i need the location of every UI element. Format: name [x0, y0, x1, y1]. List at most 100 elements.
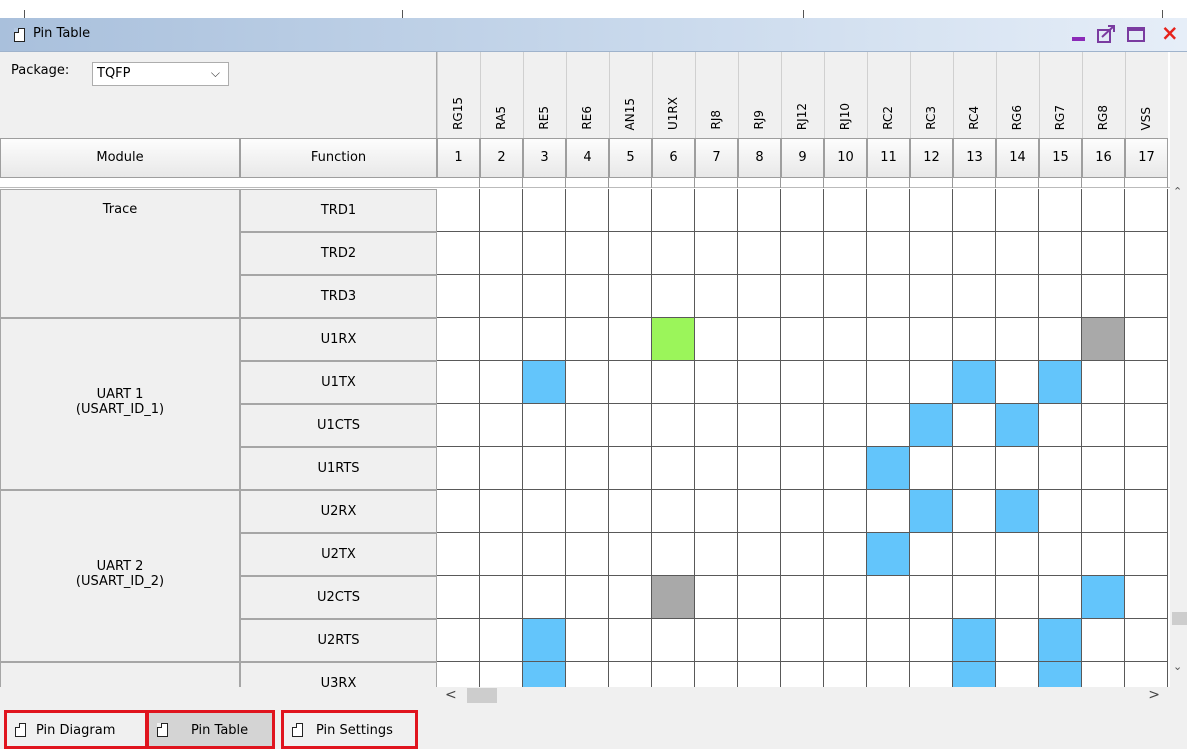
pin-cell[interactable]	[1082, 361, 1125, 404]
scroll-up-icon[interactable]: ⌃	[1173, 185, 1182, 198]
pin-number-header[interactable]: 2	[480, 138, 523, 178]
pin-cell[interactable]	[480, 447, 523, 490]
pin-cell[interactable]	[1125, 533, 1168, 576]
pin-cell[interactable]	[652, 275, 695, 318]
pin-cell[interactable]	[652, 361, 695, 404]
pin-cell[interactable]	[609, 189, 652, 232]
pin-number-header[interactable]: 17	[1125, 138, 1168, 178]
minimize-icon[interactable]	[1072, 23, 1086, 45]
close-icon[interactable]: ×	[1161, 23, 1181, 45]
pin-cell[interactable]	[523, 533, 566, 576]
pin-cell[interactable]	[738, 447, 781, 490]
pin-name-header[interactable]: RJ8	[695, 52, 738, 138]
pin-cell[interactable]	[480, 232, 523, 275]
pin-cell[interactable]	[523, 318, 566, 361]
pin-cell[interactable]	[609, 232, 652, 275]
pin-cell[interactable]	[695, 318, 738, 361]
pin-cell[interactable]	[523, 232, 566, 275]
pin-cell[interactable]	[1125, 447, 1168, 490]
pin-cell[interactable]	[867, 576, 910, 619]
pin-cell[interactable]	[953, 576, 996, 619]
pin-number-header[interactable]: 6	[652, 138, 695, 178]
pin-cell[interactable]	[1039, 533, 1082, 576]
pin-cell[interactable]	[480, 404, 523, 447]
pin-cell[interactable]	[1039, 404, 1082, 447]
pin-cell[interactable]	[781, 662, 824, 687]
pin-cell[interactable]	[437, 189, 480, 232]
pin-cell[interactable]	[652, 533, 695, 576]
pin-cell[interactable]	[953, 361, 996, 404]
pin-cell[interactable]	[910, 490, 953, 533]
pin-number-header[interactable]: 16	[1082, 138, 1125, 178]
pin-cell[interactable]	[652, 232, 695, 275]
pin-cell[interactable]	[566, 490, 609, 533]
pin-cell[interactable]	[996, 662, 1039, 687]
pin-cell[interactable]	[609, 533, 652, 576]
pin-cell[interactable]	[437, 232, 480, 275]
scroll-right-icon[interactable]: >	[1148, 687, 1160, 703]
pin-cell[interactable]	[867, 275, 910, 318]
pin-cell[interactable]	[566, 533, 609, 576]
pin-cell[interactable]	[738, 404, 781, 447]
pin-cell[interactable]	[652, 662, 695, 687]
pin-name-header[interactable]: RE5	[523, 52, 566, 138]
pin-cell[interactable]	[781, 275, 824, 318]
pin-number-header[interactable]: 3	[523, 138, 566, 178]
pin-name-header[interactable]: RC2	[867, 52, 910, 138]
pin-cell[interactable]	[1125, 490, 1168, 533]
pin-cell[interactable]	[1082, 275, 1125, 318]
pin-cell[interactable]	[1039, 662, 1082, 687]
pin-cell[interactable]	[953, 232, 996, 275]
pin-cell[interactable]	[996, 361, 1039, 404]
pin-cell[interactable]	[867, 189, 910, 232]
pin-cell[interactable]	[437, 619, 480, 662]
pin-name-header[interactable]: RC3	[910, 52, 953, 138]
pin-cell[interactable]	[910, 404, 953, 447]
pin-cell[interactable]	[609, 447, 652, 490]
pin-cell[interactable]	[695, 619, 738, 662]
pin-cell[interactable]	[824, 619, 867, 662]
pin-cell[interactable]	[1039, 490, 1082, 533]
pin-cell[interactable]	[566, 275, 609, 318]
pin-number-header[interactable]: 13	[953, 138, 996, 178]
pin-cell[interactable]	[953, 447, 996, 490]
pin-cell[interactable]	[480, 318, 523, 361]
pin-cell[interactable]	[1082, 189, 1125, 232]
pin-cell[interactable]	[652, 404, 695, 447]
pin-cell[interactable]	[523, 447, 566, 490]
pin-cell[interactable]	[781, 361, 824, 404]
pin-cell[interactable]	[953, 404, 996, 447]
pin-cell[interactable]	[824, 662, 867, 687]
pin-cell[interactable]	[910, 361, 953, 404]
pin-cell[interactable]	[996, 404, 1039, 447]
pin-name-header[interactable]: RE6	[566, 52, 609, 138]
pin-name-header[interactable]: AN15	[609, 52, 652, 138]
pin-cell[interactable]	[695, 275, 738, 318]
pin-cell[interactable]	[1125, 361, 1168, 404]
pin-name-header[interactable]: RA5	[480, 52, 523, 138]
pin-cell[interactable]	[652, 447, 695, 490]
pin-cell[interactable]	[609, 662, 652, 687]
pin-cell[interactable]	[738, 232, 781, 275]
pin-cell[interactable]	[824, 275, 867, 318]
pin-cell[interactable]	[824, 361, 867, 404]
pin-cell[interactable]	[824, 576, 867, 619]
pin-cell[interactable]	[566, 232, 609, 275]
pin-cell[interactable]	[781, 318, 824, 361]
pin-cell[interactable]	[480, 490, 523, 533]
pin-cell[interactable]	[867, 232, 910, 275]
pin-cell[interactable]	[566, 576, 609, 619]
pin-cell[interactable]	[480, 619, 523, 662]
pin-cell[interactable]	[437, 318, 480, 361]
pin-cell[interactable]	[910, 275, 953, 318]
pin-cell[interactable]	[910, 533, 953, 576]
pin-cell[interactable]	[480, 275, 523, 318]
pin-cell[interactable]	[523, 662, 566, 687]
undock-icon[interactable]	[1097, 23, 1117, 45]
pin-cell[interactable]	[437, 361, 480, 404]
pin-cell[interactable]	[566, 404, 609, 447]
pin-cell[interactable]	[738, 189, 781, 232]
pin-cell[interactable]	[695, 533, 738, 576]
pin-cell[interactable]	[996, 232, 1039, 275]
pin-cell[interactable]	[867, 404, 910, 447]
